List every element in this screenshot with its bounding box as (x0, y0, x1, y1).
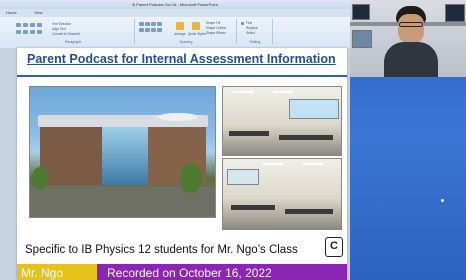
shape-fill-button[interactable]: Shape Fill (206, 21, 220, 25)
title-divider (17, 75, 347, 77)
slide-title[interactable]: Parent Podcast for Internal Assessment I… (27, 52, 347, 68)
powerpoint-window: B Parent Podcast Oct 16 - Microsoft Powe… (0, 0, 350, 280)
quick-styles-icon[interactable] (192, 22, 200, 30)
tab-home[interactable]: Home (6, 10, 17, 15)
arrange-icon[interactable] (176, 22, 184, 30)
webcam-poster (352, 4, 370, 20)
shape-gallery-icon[interactable] (151, 22, 156, 26)
numbering-icon[interactable] (23, 23, 28, 27)
school-logo-icon: C (325, 237, 343, 257)
lab-desk (279, 135, 333, 140)
ceiling-light (303, 163, 323, 165)
tree-icon (32, 167, 48, 189)
align-left-icon[interactable] (16, 30, 21, 34)
menu-bar (0, 9, 350, 17)
tree-icon (180, 163, 202, 193)
shape-gallery-icon[interactable] (157, 28, 162, 32)
shape-gallery-icon[interactable] (139, 22, 144, 26)
ceiling-light (263, 163, 283, 165)
classroom-photo[interactable] (222, 158, 342, 230)
presenter-glasses (399, 22, 423, 27)
lab-desk (285, 209, 333, 214)
lab-desk (229, 131, 269, 136)
building-glass-entrance (102, 127, 148, 185)
align-center-icon[interactable] (23, 30, 28, 34)
footer-recorded-date[interactable]: Recorded on October 16, 2022 (97, 264, 347, 280)
ribbon-group-label: Drawing (179, 40, 193, 44)
align-text-button[interactable]: Align Text (52, 27, 66, 31)
align-right-icon[interactable] (30, 30, 35, 34)
building-wall (40, 127, 102, 185)
quick-styles-button[interactable]: Quick Styles (188, 32, 206, 36)
classroom-window (227, 169, 259, 185)
school-building-photo[interactable] (29, 86, 216, 218)
shape-gallery-icon[interactable] (151, 28, 156, 32)
find-icon (241, 22, 244, 25)
classroom-photo[interactable] (222, 86, 342, 156)
convert-smartart-button[interactable]: Convert to SmartArt (52, 32, 80, 36)
slide-canvas[interactable]: Parent Podcast for Internal Assessment I… (17, 48, 347, 280)
building-arch (158, 113, 198, 121)
ceiling-light (233, 91, 253, 93)
presenter-face (398, 14, 424, 44)
shape-gallery-icon[interactable] (139, 28, 144, 32)
replace-button[interactable]: Replace (246, 26, 258, 30)
justify-icon[interactable] (37, 30, 42, 34)
lab-desk (231, 205, 275, 210)
ribbon-group-label: Editing (249, 40, 261, 44)
webcam-overlay (350, 0, 466, 77)
webcam-poster (445, 4, 465, 22)
outdent-icon[interactable] (37, 23, 42, 27)
shape-gallery-icon[interactable] (157, 22, 162, 26)
ribbon-group-editing: Find Replace Select Editing (238, 19, 273, 44)
ceiling-light (273, 91, 293, 93)
find-button[interactable]: Find (246, 21, 252, 25)
ribbon-group-label: Paragraph (64, 40, 82, 44)
shape-outline-button[interactable]: Shape Outline (206, 26, 226, 30)
shape-effects-button[interactable]: Shape Effects (206, 31, 226, 35)
footer-presenter[interactable]: Mr. Ngo (17, 264, 97, 280)
arrange-button[interactable]: Arrange (174, 32, 185, 36)
presenter-body (384, 42, 438, 77)
classroom-window (289, 99, 339, 119)
webcam-poster (352, 30, 372, 48)
tab-view[interactable]: View (34, 10, 43, 15)
bullets-icon[interactable] (16, 23, 21, 27)
ribbon-group-drawing: Arrange Quick Styles Shape Fill Shape Ou… (136, 19, 237, 44)
text-direction-button[interactable]: Text Direction (52, 22, 71, 26)
window-title: B Parent Podcast Oct 16 - Microsoft Powe… (132, 2, 218, 7)
select-button[interactable]: Select (246, 31, 255, 35)
indent-icon[interactable] (30, 23, 35, 27)
window-titlebar: B Parent Podcast Oct 16 - Microsoft Powe… (0, 0, 350, 9)
mouse-cursor-icon (441, 199, 444, 202)
slide-subtitle[interactable]: Specific to IB Physics 12 students for M… (25, 244, 321, 260)
ribbon-group-paragraph: Text Direction Align Text Convert to Sma… (12, 19, 135, 44)
shape-gallery-icon[interactable] (145, 22, 150, 26)
shape-gallery-icon[interactable] (145, 28, 150, 32)
